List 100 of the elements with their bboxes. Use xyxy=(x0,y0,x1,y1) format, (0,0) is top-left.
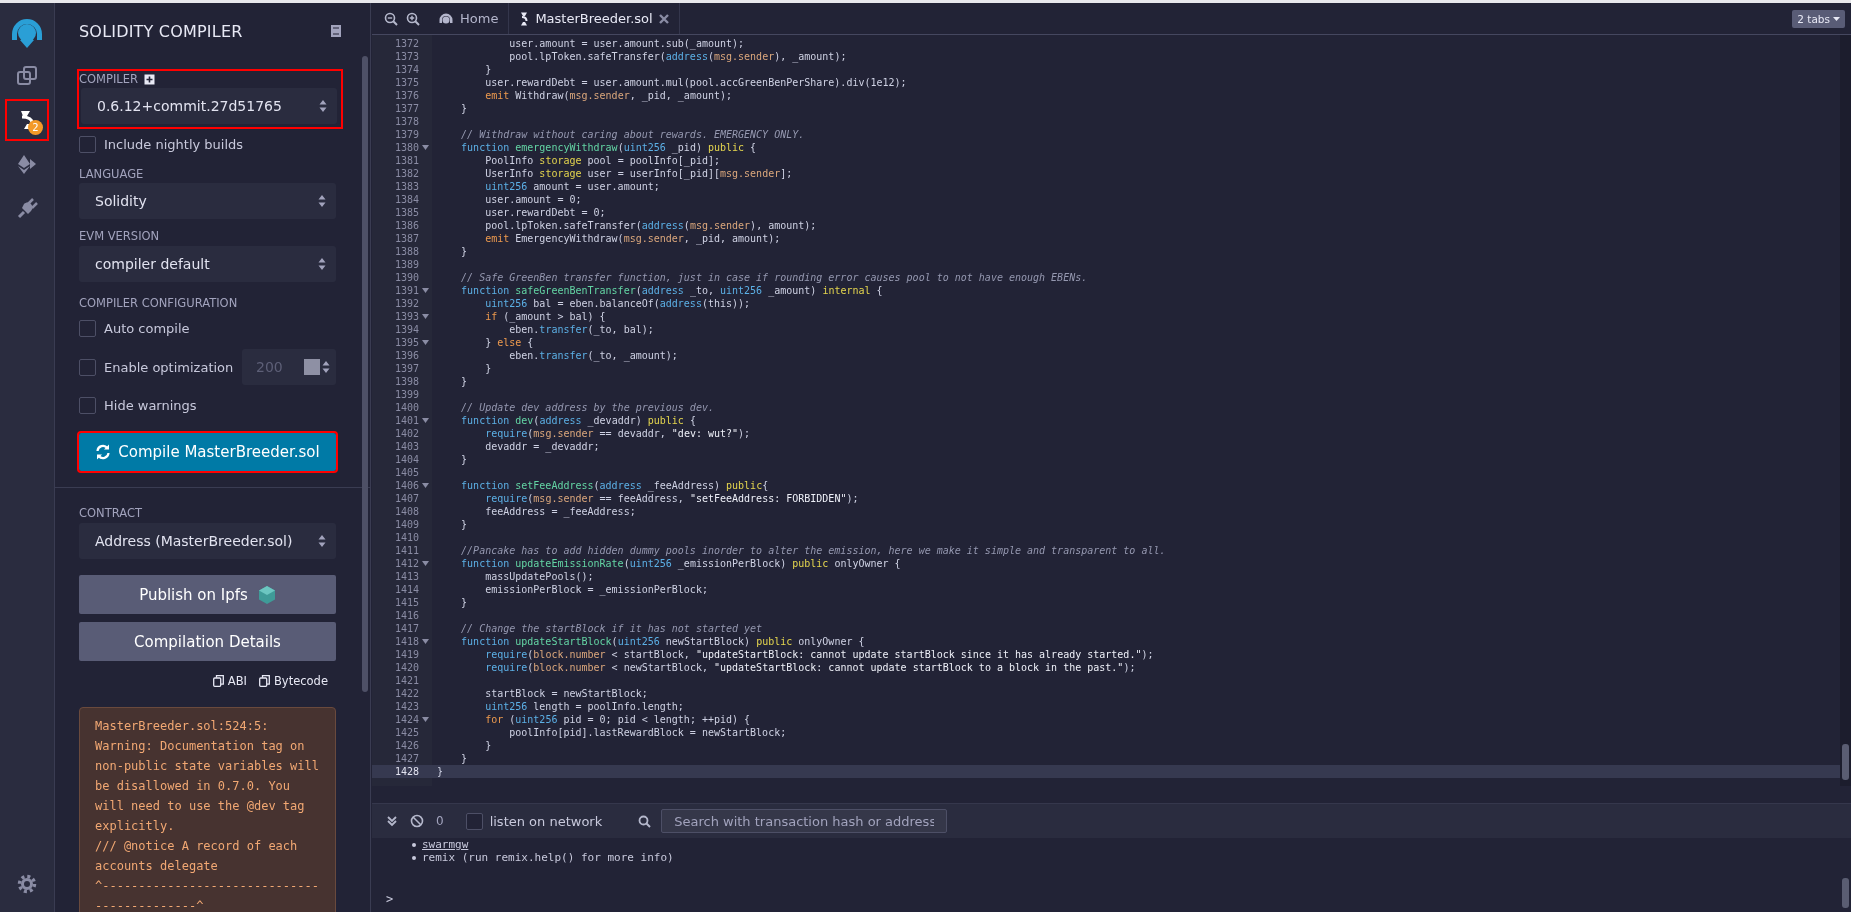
dropdown[interactable]: Address (MasterBreeder.sol) xyxy=(79,523,336,559)
fold-icon[interactable] xyxy=(422,717,429,722)
checkbox[interactable] xyxy=(79,319,96,337)
code-line: } else { xyxy=(484,336,534,349)
dropdown[interactable]: compiler default xyxy=(79,246,336,282)
terminal-link[interactable]: swarmgw xyxy=(422,838,469,851)
section-label: COMPILER CONFIGURATION xyxy=(79,296,239,310)
checkbox[interactable] xyxy=(465,812,483,830)
fold-icon[interactable] xyxy=(422,145,429,150)
clear-icon[interactable] xyxy=(410,814,424,828)
field-label: COMPILER xyxy=(79,72,138,86)
line-number: 1376 xyxy=(393,89,419,102)
code-line: require(block.number < startBlock, "updateStartBlock: cannot update startBlock since it has already started."); xyxy=(484,648,1154,661)
line-number: 1401 xyxy=(393,414,419,427)
line-number: 1390 xyxy=(393,271,419,284)
code-line: // Change the startBlock if it has not started yet xyxy=(460,622,763,635)
code-line: PoolInfo storage pool = poolInfo[_pid]; xyxy=(484,154,720,167)
zoom-in-icon[interactable] xyxy=(406,11,420,26)
scrollbar-thumb[interactable] xyxy=(1842,878,1849,908)
fold-icon[interactable] xyxy=(422,483,429,488)
dropdown[interactable]: 0.6.12+commit.27d51765 xyxy=(81,88,337,124)
fold-icon[interactable] xyxy=(422,288,429,293)
line-number: 1412 xyxy=(393,557,419,570)
checkbox-label: Enable optimization xyxy=(104,359,234,375)
line-number: 1388 xyxy=(393,245,419,258)
line-number: 1419 xyxy=(393,648,419,661)
line-number: 1409 xyxy=(393,518,419,531)
line-number: 1383 xyxy=(393,180,419,193)
line-number: 1386 xyxy=(393,219,419,232)
field-label: LANGUAGE xyxy=(79,167,145,181)
fold-icon[interactable] xyxy=(422,340,429,345)
terminal-prompt: > xyxy=(386,893,395,906)
code-line: if (_amount > bal) { xyxy=(484,310,606,323)
line-number: 1373 xyxy=(393,50,419,63)
line-number: 1397 xyxy=(393,362,419,375)
pending-count: 0 xyxy=(436,814,444,828)
add-icon[interactable] xyxy=(144,73,155,85)
tabs-dropdown[interactable]: 2 tabs xyxy=(1792,9,1845,28)
copy-link[interactable]: Bytecode xyxy=(259,674,328,688)
checkbox-label: listen on network xyxy=(489,813,603,829)
line-number: 1415 xyxy=(393,596,419,609)
line-number: 1405 xyxy=(393,466,419,479)
line-number: 1408 xyxy=(393,505,419,518)
code-line: emit Withdraw(msg.sender, _pid, _amount); xyxy=(484,89,733,102)
settings-icon[interactable] xyxy=(17,874,37,894)
zoom-out-icon[interactable] xyxy=(384,11,398,26)
editor-tab[interactable]: Home xyxy=(428,3,509,34)
fold-icon[interactable] xyxy=(422,418,429,423)
line-number: 1377 xyxy=(393,102,419,115)
copy-link[interactable]: ABI xyxy=(212,674,247,688)
scrollbar-thumb[interactable] xyxy=(1842,744,1849,780)
line-number: 1392 xyxy=(393,297,419,310)
up-down-arrows-icon xyxy=(318,257,326,271)
action-button[interactable]: Publish on Ipfs xyxy=(79,575,336,614)
code-line: require(block.number < newStartBlock, "updateStartBlock: cannot update startBlock to a block in the past."); xyxy=(484,661,1136,674)
fold-icon[interactable] xyxy=(422,314,429,319)
copy-icon xyxy=(259,675,270,687)
close-icon[interactable] xyxy=(658,13,669,24)
search-icon[interactable] xyxy=(638,814,652,828)
dropdown[interactable]: Solidity xyxy=(79,183,336,219)
code-line: require(msg.sender == feeAddress, "setFeeAddress: FORBIDDEN"); xyxy=(484,492,859,505)
plug-icon xyxy=(16,197,38,219)
fold-icon[interactable] xyxy=(422,639,429,644)
bullet-icon xyxy=(412,855,416,860)
line-number: 1394 xyxy=(393,323,419,336)
compile-button[interactable]: Compile MasterBreeder.sol xyxy=(79,433,336,471)
line-number: 1426 xyxy=(393,739,419,752)
checkbox[interactable] xyxy=(79,396,96,414)
copy-icon xyxy=(212,675,224,687)
line-number: 1374 xyxy=(393,63,419,76)
line-number: 1413 xyxy=(393,570,419,583)
code-line: } xyxy=(460,453,468,466)
code-line: function dev(address _devaddr) public { xyxy=(460,414,696,427)
line-number: 1385 xyxy=(393,206,419,219)
line-number: 1425 xyxy=(393,726,419,739)
checkbox-label: Auto compile xyxy=(104,320,190,336)
line-number: 1375 xyxy=(393,76,419,89)
editor-tab[interactable]: MasterBreeder.sol xyxy=(508,3,680,34)
checkbox[interactable] xyxy=(79,135,96,153)
line-number: 1403 xyxy=(393,440,419,453)
double-chevron-icon[interactable] xyxy=(386,815,398,827)
code-line: } xyxy=(484,362,492,375)
line-number: 1424 xyxy=(393,713,419,726)
line-number: 1382 xyxy=(393,167,419,180)
book-icon[interactable] xyxy=(330,24,342,38)
fold-icon[interactable] xyxy=(422,561,429,566)
code-line: massUpdatePools(); xyxy=(484,570,594,583)
code-line: // Withdraw without caring about rewards. EMERGENCY ONLY. xyxy=(460,128,805,141)
line-number: 1428 xyxy=(393,765,419,778)
line-number: 1407 xyxy=(393,492,419,505)
checkbox[interactable] xyxy=(79,358,96,376)
line-number: 1411 xyxy=(393,544,419,557)
diamond-arrow-icon xyxy=(16,153,38,175)
action-button[interactable]: Compilation Details xyxy=(79,622,336,661)
file-compiler-icon xyxy=(519,11,530,26)
checkbox-label: Include nightly builds xyxy=(104,136,244,152)
code-line: eben.transfer(_to, bal); xyxy=(508,323,654,336)
hexagon-icon xyxy=(257,584,276,605)
code-line: //Pancake has to add hidden dummy pools inorder to alter the emission, here we make it simple and transparent to all. xyxy=(460,544,1166,557)
warning-message: MasterBreeder.sol:524:5: Warning: Documentation tag on non-public state variables will be disallowed in 0.7.0. You will need to use the @dev tag explicitly. /// @notice A record of each accounts delegate ^------------------------------ --------------^ xyxy=(79,707,336,912)
